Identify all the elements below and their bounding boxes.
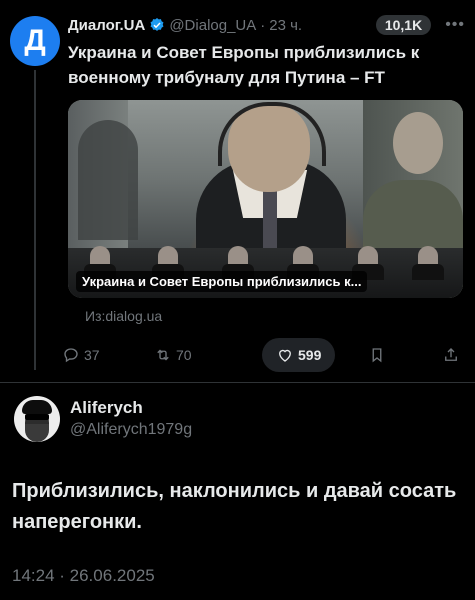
link-card-title: Украина и Совет Европы приблизились к... [76,271,368,292]
image-judge [84,246,116,280]
reply-icon [64,348,78,363]
image-background-figure [78,120,138,240]
quoted-tweet-header: Диалог.UA @Dialog_UA · 23 ч. 10,1K ••• [68,14,465,36]
avatar-glasses [25,414,49,420]
image-judge [152,246,184,280]
image-judge [287,246,319,280]
image-judge [222,246,254,280]
avatar-beard [25,424,49,442]
bookmark-icon [372,348,382,363]
avatar-hair [22,400,52,414]
divider [0,382,475,383]
reply-author-name[interactable]: Aliferych [70,398,143,418]
author-name[interactable]: Диалог.UA [68,17,145,34]
image-judge [412,246,444,280]
retweet-count: 70 [176,347,192,363]
reply-author-handle[interactable]: @Aliferych1979g [70,421,192,439]
link-source[interactable]: Из:dialog.ua [85,308,162,324]
reply-timestamp[interactable]: 14:24 · 26.06.2025 [12,566,155,586]
image-headphones [218,102,326,166]
aliferych-avatar[interactable] [14,396,60,442]
like-icon [279,349,291,362]
verified-icon [150,18,164,31]
views-badge: 10,1K [375,15,432,35]
bookmark-button[interactable] [368,338,390,372]
meta-separator: · [260,16,266,34]
dialog-ua-avatar[interactable]: Д [10,16,60,66]
reply-count: 37 [84,347,100,363]
thread-line [34,70,36,370]
quoted-tweet-text: Украина и Совет Европы приблизились к во… [68,43,420,87]
link-card-image[interactable]: Украина и Совет Европы приблизились к... [68,100,463,298]
action-bar: 37 70 599 [62,338,472,372]
tweet-time[interactable]: 23 ч. [269,17,302,34]
share-icon [445,348,457,361]
retweet-button[interactable]: 70 [154,338,192,372]
image-judge [352,246,384,280]
avatar-letter: Д [24,24,46,57]
share-button[interactable] [442,338,464,372]
reply-tweet-text: Приблизились, наклонились и давай сосать… [12,480,457,533]
image-soldier-head [393,112,443,174]
author-handle[interactable]: @Dialog_UA [169,17,256,34]
more-icon[interactable]: ••• [445,16,465,34]
like-button[interactable]: 599 [262,338,336,372]
retweet-icon [157,349,169,361]
reply-button[interactable]: 37 [62,338,100,372]
like-count: 599 [298,347,322,363]
